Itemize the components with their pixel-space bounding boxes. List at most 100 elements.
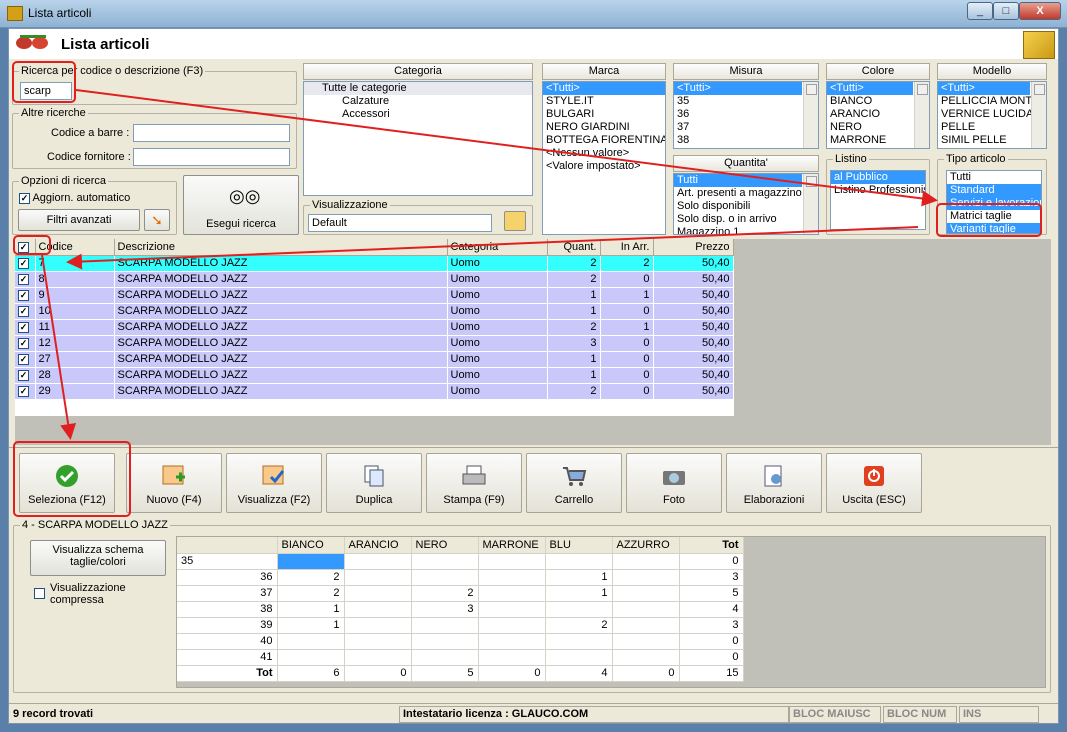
matrix-row[interactable]: 36 2 1 3 (177, 569, 744, 586)
grid-cell[interactable]: SCARPA MODELLO JAZZ (114, 271, 448, 288)
matrix-cell[interactable] (478, 553, 546, 570)
list-item[interactable]: Tutti (947, 171, 1041, 184)
matrix-cell[interactable]: 2 (277, 585, 345, 602)
matrix-cell[interactable] (344, 569, 412, 586)
matrix-cell[interactable] (612, 617, 680, 634)
list-item[interactable]: Solo disp. o in arrivo (674, 213, 818, 226)
matrix-row[interactable]: 35 0 (177, 553, 744, 570)
matrix-cell[interactable]: 2 (277, 569, 345, 586)
matrix-cell[interactable]: 1 (545, 585, 613, 602)
row-checkbox[interactable]: ✓ (18, 354, 29, 365)
grid-cell[interactable]: 50,40 (653, 303, 734, 320)
list-item[interactable]: <Tutti> (543, 82, 665, 95)
matrix-cell[interactable] (478, 601, 546, 618)
grid-cell[interactable]: 12 (35, 335, 115, 352)
table-row[interactable]: ✓ 8 SCARPA MODELLO JAZZ Uomo 2 0 50,40 (15, 271, 734, 288)
visualizza-button[interactable]: Visualizza (F2) (226, 453, 322, 513)
size-color-matrix[interactable]: BIANCO ARANCIO NERO MARRONE BLU AZZURRO Tot 35 0… (176, 536, 1046, 688)
list-item[interactable]: <Tutti> (938, 82, 1030, 95)
matrix-cell[interactable]: 0 (478, 665, 546, 682)
list-item[interactable]: al Pubblico (831, 171, 925, 184)
articles-grid[interactable]: ✓ Codice Descrizione Categoria Quant. In… (15, 239, 1051, 445)
grid-cell[interactable]: 0 (600, 303, 654, 320)
listino-list[interactable]: al Pubblico Listino Professionisti (830, 170, 926, 230)
matrix-cell[interactable]: 36 (177, 569, 278, 586)
matrix-cell[interactable] (411, 633, 479, 650)
matrix-cell[interactable]: 0 (612, 665, 680, 682)
matrix-cell[interactable] (612, 633, 680, 650)
row-checkbox[interactable]: ✓ (18, 322, 29, 333)
grid-cell[interactable]: 2 (547, 319, 601, 336)
list-item[interactable]: Solo disponibili (674, 200, 818, 213)
supplier-code-input[interactable] (133, 148, 290, 166)
grid-cell[interactable]: 1 (547, 351, 601, 368)
scrollbar[interactable] (914, 82, 929, 148)
matrix-cell[interactable] (478, 569, 546, 586)
grid-cell[interactable]: 2 (547, 271, 601, 288)
matrix-cell[interactable]: 40 (177, 633, 278, 650)
list-item[interactable]: PELLICCIA MONT (938, 95, 1046, 108)
grid-cell[interactable]: Uomo (447, 255, 548, 272)
table-row[interactable] (15, 399, 734, 416)
matrix-cell[interactable] (411, 617, 479, 634)
matrix-cell[interactable] (411, 553, 479, 570)
list-item[interactable]: Listino Professionisti (831, 184, 925, 197)
matrix-cell[interactable] (478, 633, 546, 650)
matrix-cell[interactable]: 3 (679, 617, 744, 634)
matrix-cell[interactable] (612, 569, 680, 586)
row-checkbox[interactable]: ✓ (18, 386, 29, 397)
col-header[interactable]: Categoria (447, 239, 548, 256)
grid-cell[interactable]: 50,40 (653, 367, 734, 384)
elaborazioni-button[interactable]: Elaborazioni (726, 453, 822, 513)
tree-root[interactable]: Tutte le categorie (304, 82, 532, 95)
grid-cell[interactable]: 9 (35, 287, 115, 304)
list-item[interactable]: NERO GIARDINI (543, 121, 665, 134)
foto-button[interactable]: Foto (626, 453, 722, 513)
grid-cell[interactable]: SCARPA MODELLO JAZZ (114, 255, 448, 272)
matrix-row[interactable]: Tot 6 0 5 0 4 0 15 (177, 665, 744, 682)
matrix-cell[interactable]: 4 (545, 665, 613, 682)
grid-cell[interactable]: 7 (35, 255, 115, 272)
list-item[interactable]: Magazzino 1 (674, 226, 818, 234)
tree-item-accessori[interactable]: Accessori (304, 108, 532, 121)
matrix-cell[interactable] (344, 553, 412, 570)
matrix-cell[interactable] (277, 633, 345, 650)
list-item[interactable]: 35 (674, 95, 818, 108)
matrix-cell[interactable]: 3 (411, 601, 479, 618)
row-checkbox[interactable]: ✓ (18, 274, 29, 285)
matrix-cell[interactable]: 0 (344, 665, 412, 682)
matrix-cell[interactable]: 15 (679, 665, 744, 682)
grid-cell[interactable]: SCARPA MODELLO JAZZ (114, 383, 448, 400)
col-header[interactable]: Quant. (547, 239, 601, 256)
auto-update-checkbox[interactable]: ✓ Aggiorn. automatico (19, 192, 130, 204)
matrix-cell[interactable]: 2 (545, 617, 613, 634)
colore-list[interactable]: <Tutti> BIANCO ARANCIO NERO MARRONE (826, 81, 930, 149)
matrix-cell[interactable]: 35 (177, 553, 278, 570)
grid-cell[interactable]: Uomo (447, 335, 548, 352)
compress-checkbox[interactable]: Visualizzazione compressa (34, 582, 144, 606)
matrix-cell[interactable]: 1 (277, 617, 345, 634)
grid-cell[interactable]: 0 (600, 271, 654, 288)
matrix-cell[interactable]: 4 (679, 601, 744, 618)
grid-cell[interactable]: 3 (547, 335, 601, 352)
grid-cell[interactable]: 50,40 (653, 287, 734, 304)
grid-cell[interactable]: 11 (35, 319, 115, 336)
grid-cell[interactable]: 50,40 (653, 319, 734, 336)
grid-cell[interactable]: 1 (547, 287, 601, 304)
list-item[interactable]: <Nessun valore> (543, 147, 665, 160)
list-item[interactable]: Art. presenti a magazzino (674, 187, 818, 200)
search-run-button[interactable]: ◎◎ Esegui ricerca (183, 175, 299, 235)
matrix-cell[interactable] (344, 649, 412, 666)
matrix-cell[interactable]: 37 (177, 585, 278, 602)
row-checkbox[interactable]: ✓ (18, 338, 29, 349)
matrix-cell[interactable]: 0 (679, 633, 744, 650)
list-item[interactable]: Standard (947, 184, 1041, 197)
grid-cell[interactable]: SCARPA MODELLO JAZZ (114, 367, 448, 384)
grid-cell[interactable]: 8 (35, 271, 115, 288)
list-item[interactable]: <Tutti> (674, 82, 802, 95)
grid-cell[interactable]: 1 (600, 287, 654, 304)
matrix-cell[interactable]: 1 (277, 601, 345, 618)
schema-button[interactable]: Visualizza schema taglie/colori (30, 540, 166, 576)
table-row[interactable]: ✓ 9 SCARPA MODELLO JAZZ Uomo 1 1 50,40 (15, 287, 734, 304)
table-row[interactable]: ✓ 12 SCARPA MODELLO JAZZ Uomo 3 0 50,40 (15, 335, 734, 352)
